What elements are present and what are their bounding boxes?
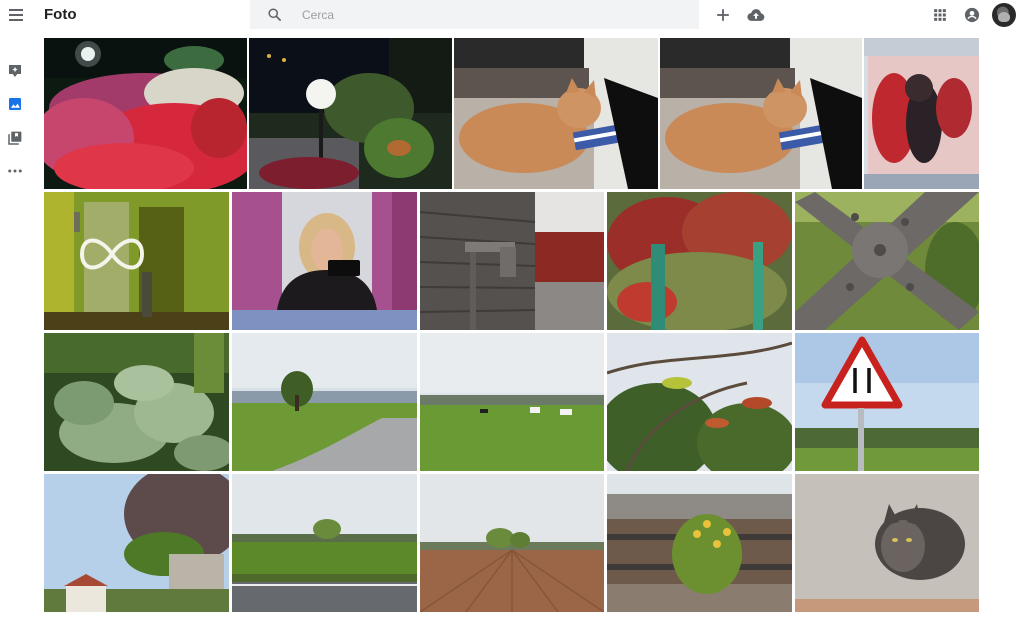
photo-monitor-figure[interactable]	[864, 38, 979, 189]
photo-green-field-cows[interactable]	[420, 333, 604, 471]
photo-grass-field-road[interactable]	[232, 474, 417, 612]
photo-plowed-field[interactable]	[420, 474, 604, 612]
photo-cat-sleeping-chair-2[interactable]	[660, 38, 862, 189]
photo-branches-leaves[interactable]	[607, 333, 792, 471]
photo-cat-sleeping-chair[interactable]	[454, 38, 658, 189]
photo-garden-lamp-night[interactable]	[249, 38, 452, 189]
photo-selfie-mirror[interactable]	[232, 192, 417, 330]
photo-railway-flowers[interactable]	[607, 474, 792, 612]
photo-sage-plant[interactable]	[44, 333, 229, 471]
photo-water-tap-wall[interactable]	[420, 192, 604, 330]
photo-tree-villa[interactable]	[44, 474, 229, 612]
photo-country-road-tree[interactable]	[232, 333, 417, 471]
photo-road-sign-narrowing[interactable]	[795, 333, 979, 471]
photo-rusty-metal-cross[interactable]	[795, 192, 979, 330]
photo-cat-top-view[interactable]	[795, 474, 979, 612]
photo-red-maple-leaves[interactable]	[607, 192, 792, 330]
photo-garden-flowers-night[interactable]	[44, 38, 247, 189]
photo-grid	[0, 0, 1024, 625]
photo-light-painting-infinity[interactable]	[44, 192, 229, 330]
